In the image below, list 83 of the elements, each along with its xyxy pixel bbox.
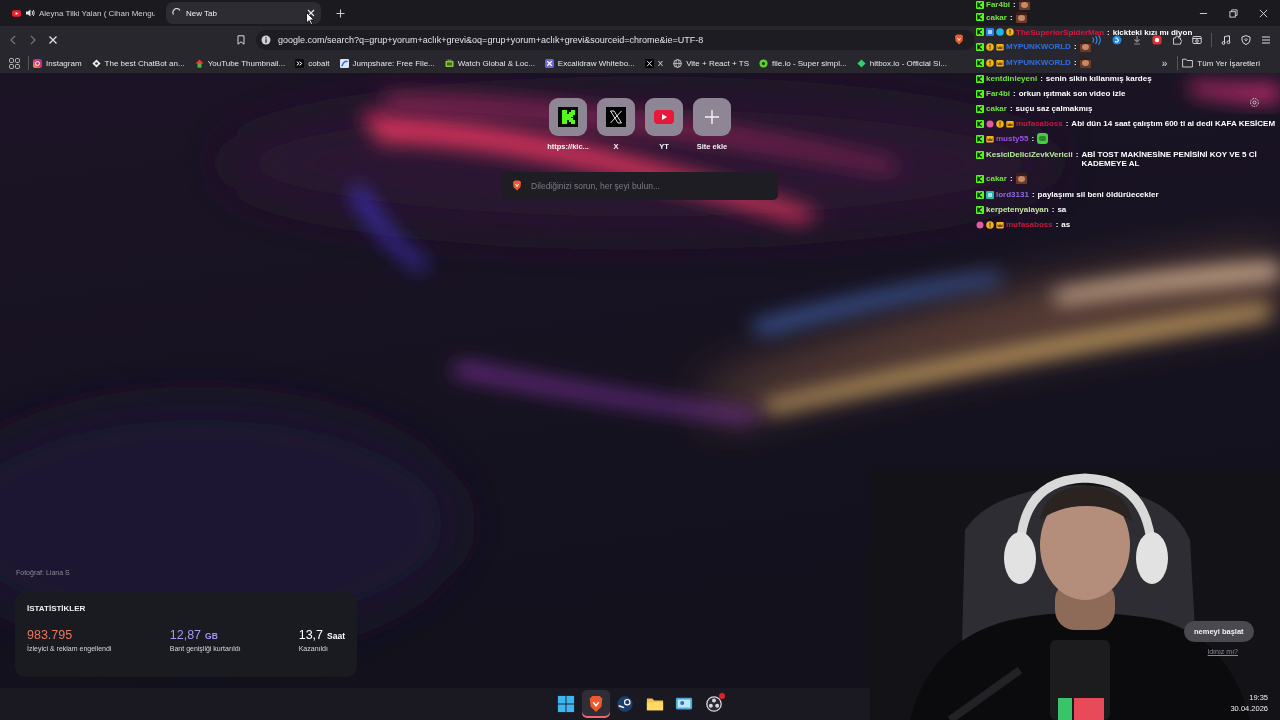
bookmark[interactable]: Instagram: [33, 58, 82, 68]
emote-icon: [1079, 57, 1091, 68]
start-icon: [557, 695, 576, 713]
chat-separator: :: [1013, 0, 1016, 9]
lion-icon: [954, 34, 964, 45]
badge-icon: [986, 58, 994, 67]
chat-message: kickteki kızı mı diyon: [1112, 27, 1193, 37]
speaker-icon: [25, 8, 35, 18]
badge-icon: [976, 13, 984, 21]
taskbar-app[interactable]: [581, 690, 610, 718]
site-icon: [444, 58, 454, 68]
emote-icon: [1018, 0, 1030, 10]
plus-icon: [336, 9, 345, 18]
site-icon: [91, 58, 101, 68]
cursor-icon: [306, 12, 315, 25]
bookmark[interactable]: Jumpshare: Free File...: [339, 58, 435, 68]
chat-separator: :: [1009, 12, 1013, 22]
emote-icon: [1015, 11, 1027, 23]
site-icon: [194, 58, 204, 68]
badge-icon: [976, 58, 984, 67]
badge-icon: [976, 0, 984, 9]
badge-icon: [1006, 28, 1014, 36]
bookmark[interactable]: YouTube Thumbnail...: [194, 58, 286, 68]
bookmark[interactable]: Vite + React + TS: [673, 58, 749, 68]
shield-button[interactable]: [1241, 34, 1251, 45]
badge-icon: [976, 28, 984, 36]
shield-icon: [1241, 34, 1251, 45]
all-bookmarks-button[interactable]: Tüm Yer İşaretleri: [1182, 58, 1260, 68]
wheel-icon: [616, 695, 635, 713]
site-icon: [759, 58, 768, 68]
restore-icon: [1228, 8, 1238, 18]
grid-icon: [8, 57, 20, 69]
site-icon: [33, 58, 42, 68]
site-icon: [544, 58, 554, 68]
site-icon: [339, 58, 349, 68]
record-icon: [704, 695, 723, 713]
bookmark[interactable]: hitbox.io - Official Si...: [856, 58, 947, 68]
bookmark[interactable]: X: [644, 58, 664, 68]
badge-icon: [986, 28, 994, 36]
badge-icon: [1152, 34, 1162, 45]
menu-button[interactable]: [1261, 34, 1271, 45]
menu-icon: [1261, 34, 1271, 45]
folder-icon: [1182, 58, 1194, 68]
download-icon: [1132, 34, 1142, 45]
back-icon: [8, 34, 18, 45]
close-icon: [1258, 8, 1268, 18]
chat-username[interactable]: cakar: [986, 12, 1007, 22]
tab[interactable]: New Tab: [166, 2, 321, 24]
site-icon: [295, 58, 305, 68]
bookmark-icon: [236, 34, 246, 45]
site-icon: [12, 8, 21, 18]
site-icon: [644, 58, 654, 68]
music-note-button[interactable]: [1221, 34, 1231, 45]
download-button[interactable]: [1132, 34, 1142, 45]
bookmark[interactable]: file.io - Super simpl...: [759, 58, 847, 68]
tab[interactable]: Aleyna Tilki Yalan ( Cihan Mengu: [6, 2, 161, 24]
chat-separator: :: [1073, 58, 1077, 67]
emote-icon: [1079, 41, 1091, 52]
overflow-button[interactable]: »: [1155, 57, 1174, 69]
site-icon: [673, 58, 683, 68]
badge-icon: [976, 42, 984, 51]
site-icon: [856, 58, 866, 68]
badge-icon: [996, 42, 1004, 51]
badge-icon: [986, 42, 994, 51]
address-bar[interactable]: google.com/search?q=grup+yorum+aclık+grevi&oq=grup+yorum+aclık+grevi&sourceid=chrome&ie=UTF-8: [256, 29, 975, 50]
bookmark[interactable]: Excalidraw Whitebo...: [544, 58, 635, 68]
info-icon: [261, 34, 271, 45]
side-panel-button[interactable]: [1192, 34, 1202, 45]
swirl-button[interactable]: [1112, 34, 1122, 45]
forward-icon: [28, 34, 38, 45]
bookmark[interactable]: The best ChatBot an...: [91, 58, 185, 68]
swirl-icon: [1112, 34, 1122, 45]
badge-icon: [996, 58, 1004, 67]
bookmark[interactable]: cobalt: [295, 58, 330, 68]
side-panel-icon: [1192, 34, 1202, 45]
badge-button[interactable]: [1152, 34, 1162, 45]
chat-separator: :: [1073, 42, 1077, 51]
chat-separator: :: [1107, 27, 1110, 37]
music-note-icon: [1221, 34, 1231, 45]
badge-icon: [996, 28, 1004, 36]
bookmark[interactable]: Watch Global & Loc...: [444, 58, 535, 68]
chat-username[interactable]: Far4bi: [986, 0, 1010, 9]
stop-icon: [48, 34, 58, 45]
